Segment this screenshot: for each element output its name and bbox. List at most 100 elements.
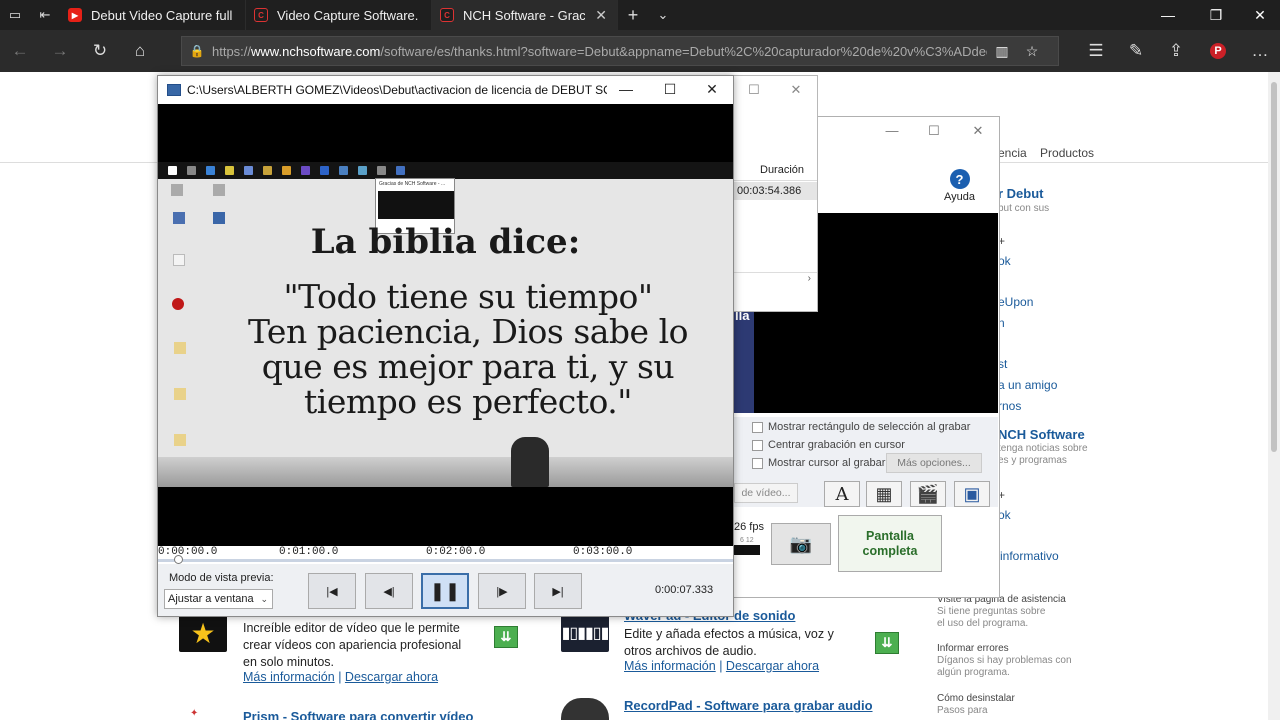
step-back-icon: ◀|	[383, 585, 395, 598]
playhead-handle[interactable]	[174, 555, 183, 564]
reading-view-icon[interactable]: ▥	[987, 43, 1017, 60]
checkbox-icon[interactable]	[752, 457, 763, 469]
help-title[interactable]: Informar errores	[937, 643, 1072, 655]
snapshot-button[interactable]: 📷	[771, 523, 831, 565]
video-person-silhouette	[511, 437, 549, 487]
favorite-star-icon[interactable]: ☆	[1017, 43, 1047, 60]
favorites-hub-icon[interactable]: ☰	[1076, 30, 1116, 72]
show-cursor-checkbox[interactable]: Mostrar cursor al grabar	[752, 457, 885, 469]
forward-icon[interactable]: →	[40, 30, 80, 72]
pen-icon[interactable]: ✎	[1116, 30, 1156, 72]
preview-mode-value: Ajustar a ventana	[168, 593, 254, 605]
skip-to-end-button[interactable]: ▶|	[534, 573, 582, 609]
close-icon[interactable]: ✕	[1240, 0, 1280, 30]
video-trees	[158, 457, 733, 487]
close-icon[interactable]: ✕	[786, 82, 806, 98]
sidebar-link[interactable]: rnos	[998, 399, 1021, 413]
skip-end-icon: ▶|	[552, 585, 564, 598]
video-settings-button[interactable]: de vídeo...	[734, 483, 798, 503]
download-icon[interactable]: ⇊	[875, 632, 899, 654]
product-links: Más información | Descargar ahora	[243, 670, 438, 684]
more-icon[interactable]: …	[1240, 30, 1280, 72]
timeline[interactable]: 0:00:00.0 0:01:00.0 0:02:00.0 0:03:00.0	[158, 546, 733, 564]
scrollbar-thumb[interactable]	[1271, 82, 1277, 452]
help-uninstall[interactable]: Cómo desinstalar Pasos para	[937, 693, 1015, 717]
back-icon[interactable]: ←	[0, 30, 40, 72]
minimize-icon[interactable]: —	[882, 123, 902, 141]
video-heading: La biblia dice:	[310, 222, 581, 262]
step-back-button[interactable]: ◀|	[365, 573, 413, 609]
more-info-link[interactable]: Más información	[243, 670, 335, 684]
prism-logo[interactable]: ✦	[190, 708, 230, 720]
checkbox-icon[interactable]	[752, 421, 763, 433]
video-effects-icon[interactable]: 🎬	[910, 481, 946, 507]
table-row[interactable]: 00:03:54.386	[734, 182, 817, 200]
more-info-link[interactable]: Más información	[624, 659, 716, 673]
text-overlay-icon[interactable]: A	[824, 481, 860, 507]
skip-to-start-button[interactable]: |◀	[308, 573, 356, 609]
tab-video-capture[interactable]: C Video Capture Software. Vic	[246, 0, 432, 30]
videopad-logo[interactable]: ★	[179, 614, 227, 652]
video-display[interactable]: Gracias de NCH Software - ... La biblia …	[158, 104, 733, 546]
video-player-window: C:\Users\ALBERTH GOMEZ\Videos\Debut\acti…	[157, 75, 734, 617]
product-description: Edite y añada efectos a música, voz y ot…	[624, 627, 834, 658]
pinterest-icon[interactable]: P	[1198, 30, 1238, 72]
site-top-nav: encia Productos	[998, 146, 1104, 160]
product-title-recordpad[interactable]: RecordPad - Software para grabar audio	[624, 698, 873, 713]
color-adjust-icon[interactable]: ▦	[866, 481, 902, 507]
tab-actions-icon[interactable]: ▭	[0, 0, 30, 30]
column-header-duration[interactable]: Duración	[734, 159, 817, 181]
minimize-icon[interactable]: —	[1148, 0, 1188, 30]
maximize-icon[interactable]: ☐	[924, 123, 944, 141]
show-selection-checkbox[interactable]: Mostrar rectángulo de selección al graba…	[752, 421, 970, 433]
tab-debut-youtube[interactable]: ▶ Debut Video Capture full cc	[60, 0, 246, 30]
help-button[interactable]: ? Ayuda	[944, 169, 975, 203]
preview-partial: lla	[734, 308, 754, 413]
set-aside-tabs-icon[interactable]: ⇤	[30, 0, 60, 30]
wavepad-logo[interactable]: ▮▯▮▮▯▮	[561, 614, 609, 652]
sidebar-text: es y programas	[998, 455, 1067, 466]
home-icon[interactable]: ⌂	[120, 30, 160, 72]
pause-button[interactable]: ❚❚	[421, 573, 469, 609]
sidebar-link[interactable]: informativo	[1000, 549, 1059, 563]
help-support[interactable]: Visite la página de asistencia Si tiene …	[937, 594, 1066, 630]
download-link[interactable]: Descargar ahora	[726, 659, 819, 673]
tab-list-chevron-icon[interactable]: ⌄	[648, 0, 678, 30]
help-title[interactable]: Cómo desinstalar	[937, 693, 1015, 705]
share-icon[interactable]: ⇪	[1156, 30, 1196, 72]
sidebar-link[interactable]: eUpon	[998, 295, 1033, 309]
center-on-cursor-checkbox[interactable]: Centrar grabación en cursor	[752, 439, 905, 451]
close-icon[interactable]: ✕	[698, 81, 726, 98]
pause-icon: ❚❚	[429, 580, 461, 601]
timeline-track[interactable]	[158, 559, 733, 562]
address-bar[interactable]: 🔒 https://www.nchsoftware.com/software/e…	[181, 36, 1059, 66]
close-icon[interactable]: ✕	[968, 123, 988, 141]
quote-line: tiempo es perfecto."	[304, 382, 632, 421]
nav-link-products[interactable]: Productos	[1040, 146, 1094, 160]
help-report-bugs[interactable]: Informar errores Díganos si hay problema…	[937, 643, 1072, 679]
timeline-tick: 0:00:00.0	[158, 546, 218, 558]
youtube-icon: ▶	[68, 8, 82, 22]
refresh-icon[interactable]: ↻	[80, 30, 120, 72]
page-scrollbar[interactable]	[1268, 72, 1280, 720]
nav-link-support[interactable]: encia	[998, 146, 1027, 160]
sidebar-link[interactable]: a un amigo	[998, 378, 1057, 392]
new-tab-icon[interactable]: +	[618, 0, 648, 30]
download-link[interactable]: Descargar ahora	[345, 670, 438, 684]
fullscreen-button[interactable]: Pantalla completa	[838, 515, 942, 572]
step-forward-button[interactable]: |▶	[478, 573, 526, 609]
close-tab-icon[interactable]: ✕	[595, 7, 607, 24]
more-options-button[interactable]: Más opciones...	[886, 453, 982, 473]
tab-nch-gracias[interactable]: C NCH Software - Gracias ✕	[432, 0, 618, 30]
sidebar-heading: NCH Software	[998, 427, 1085, 442]
webcam-overlay-icon[interactable]: ▣	[954, 481, 990, 507]
download-icon[interactable]: ⇊	[494, 626, 518, 648]
minimize-icon[interactable]: —	[612, 81, 640, 97]
checkbox-icon[interactable]	[752, 439, 763, 451]
preview-mode-select[interactable]: Ajustar a ventana ⌄	[164, 589, 273, 609]
maximize-icon[interactable]: ❐	[1196, 0, 1236, 30]
maximize-icon[interactable]: ☐	[744, 82, 764, 98]
horizontal-scrollbar[interactable]: ›	[734, 272, 817, 286]
maximize-icon[interactable]: ☐	[656, 81, 684, 98]
product-title-prism[interactable]: Prism - Software para convertir vídeo	[243, 709, 473, 720]
